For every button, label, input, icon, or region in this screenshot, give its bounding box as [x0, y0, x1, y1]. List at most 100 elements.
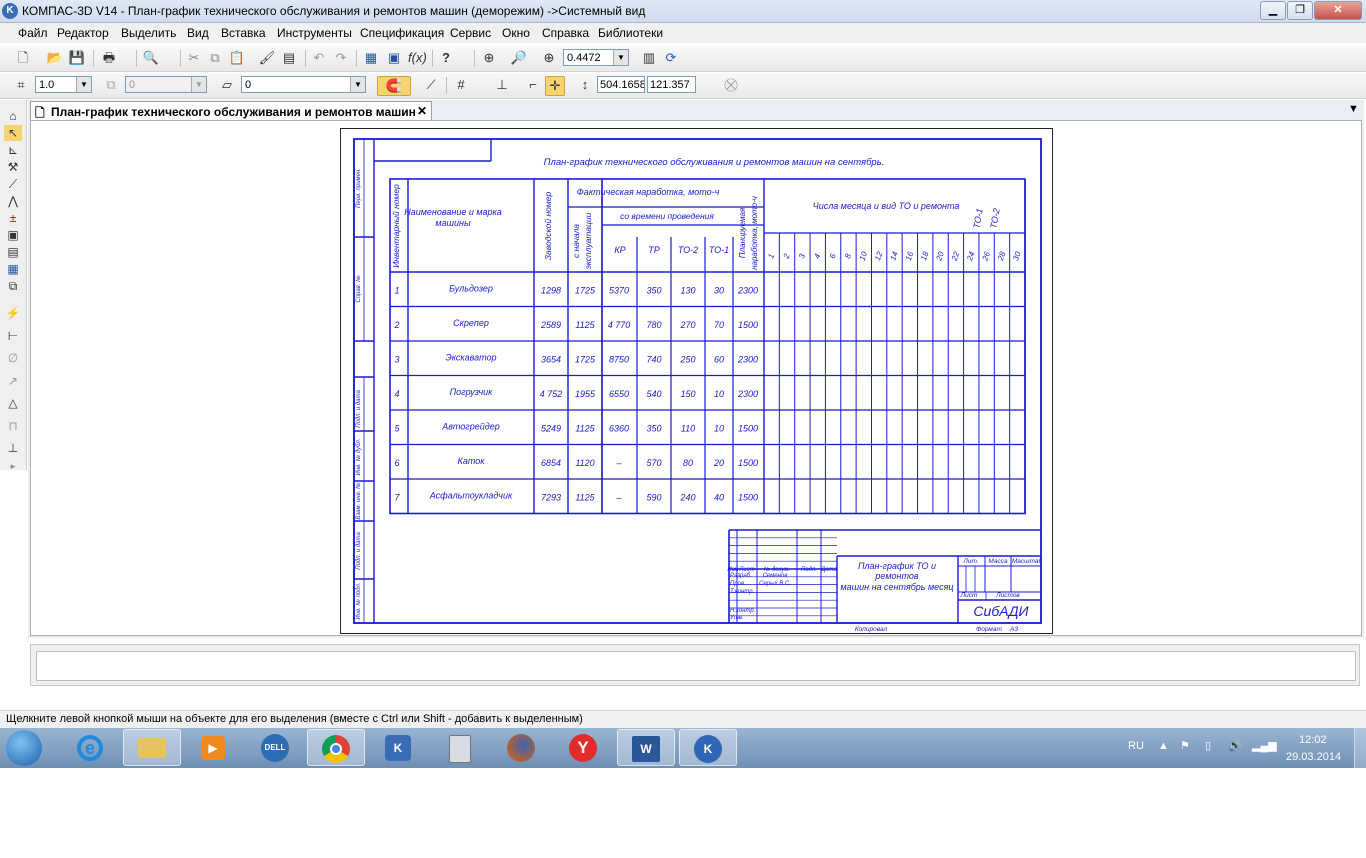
layer-icon[interactable]: ⧉ — [102, 76, 120, 94]
clock-date[interactable]: 29.03.2014 — [1286, 751, 1341, 763]
save-icon[interactable]: 💾 — [68, 49, 86, 67]
drawing-title: План-график технического обслуживания и … — [544, 157, 885, 168]
layer-select[interactable]: 0 ▼ — [125, 76, 207, 93]
refresh-icon[interactable]: ⟳ — [662, 49, 680, 67]
zoom-level-select[interactable]: 0.4472 ▼ — [563, 49, 629, 66]
style-select[interactable]: 0 ▼ — [241, 76, 366, 93]
drawing-sheet[interactable]: Перв. примен. Справ. № Подп. и дата Инв. № … — [340, 128, 1053, 634]
open-folder-icon[interactable]: 📂 — [46, 49, 64, 67]
menu-tools[interactable]: Инструменты — [277, 26, 352, 40]
menu-libraries[interactable]: Библиотеки — [598, 26, 663, 40]
dimensions-icon[interactable]: ⊾ — [4, 142, 22, 158]
mcs-icon[interactable]: ⊓ — [4, 418, 22, 434]
spec-icon[interactable]: ⧉ — [4, 278, 22, 294]
menu-file[interactable]: Файл — [18, 26, 48, 40]
device-icon[interactable]: ▯ — [1205, 739, 1211, 752]
redo-icon[interactable]: ↷ — [332, 49, 350, 67]
document-tab[interactable]: 🗋 План-график технического обслуживания … — [30, 101, 432, 121]
parametrization-icon[interactable]: ⋀ — [4, 193, 22, 209]
network-signal-icon[interactable]: ▂▄▆ — [1252, 739, 1277, 752]
ortho-mode-icon[interactable]: ⌐ — [524, 76, 542, 94]
manager-icon[interactable]: ▦ — [362, 49, 380, 67]
select-icon[interactable]: ↖ — [4, 125, 22, 141]
cursor-snap-icon[interactable]: ✛ — [545, 76, 565, 96]
local-cs-icon[interactable]: ⊥ — [493, 76, 511, 94]
line-width-select[interactable]: 1.0 ▼ — [35, 76, 92, 93]
internet-explorer-icon[interactable]: e — [61, 729, 119, 766]
kompas-logo-icon[interactable]: K — [2, 3, 18, 19]
menu-editor[interactable]: Редактор — [57, 26, 109, 40]
chrome-icon[interactable] — [307, 729, 365, 766]
expand-icon[interactable]: ▸ — [4, 458, 22, 474]
firefox-icon[interactable] — [492, 729, 550, 766]
style-icon[interactable]: ▱ — [218, 76, 236, 94]
paste-icon[interactable]: 📋 — [228, 49, 246, 67]
pan-icon[interactable]: ▥ — [640, 49, 658, 67]
cut-icon[interactable]: ✂ — [185, 49, 203, 67]
zoom-window-icon[interactable]: ⊕ — [480, 49, 498, 67]
start-orb-icon[interactable] — [6, 730, 42, 766]
spacing-icon[interactable]: ⊥ — [4, 440, 22, 456]
menu-select[interactable]: Выделить — [121, 26, 176, 40]
explorer-folder-icon[interactable] — [123, 729, 181, 766]
menu-service[interactable]: Сервис — [450, 26, 491, 40]
side-strip-label: Инв. № дубл. — [355, 439, 362, 476]
yandex-icon[interactable]: Y — [554, 729, 612, 766]
tray-expand-icon[interactable]: ▲ — [1158, 740, 1169, 752]
menu-specification[interactable]: Спецификация — [360, 26, 444, 40]
calculator-icon[interactable] — [431, 729, 489, 766]
menu-view[interactable]: Вид — [187, 26, 209, 40]
zoom-tools-icon[interactable]: 🔎 — [510, 49, 528, 67]
grid-icon[interactable]: # — [452, 76, 470, 94]
measure-icon[interactable]: ± — [4, 210, 22, 226]
area-icon[interactable]: △ — [4, 395, 22, 411]
orthogonal-icon[interactable]: ⟋ — [422, 76, 440, 94]
copy-icon[interactable]: ⧉ — [206, 49, 224, 67]
language-indicator[interactable]: RU — [1128, 740, 1144, 752]
report-icon[interactable]: ▦ — [4, 261, 22, 277]
print-icon[interactable]: 🖶 — [100, 49, 118, 67]
distance-icon[interactable]: ⊢ — [4, 328, 22, 344]
volume-icon[interactable]: 🔊 — [1228, 739, 1242, 752]
new-document-icon[interactable]: 🗋 — [14, 49, 32, 67]
stop-icon[interactable]: ⛒ — [722, 76, 740, 94]
help-pointer-icon[interactable]: ? — [437, 49, 455, 67]
undo-icon[interactable]: ↶ — [310, 49, 328, 67]
minimize-button[interactable]: ▁ — [1260, 1, 1286, 20]
flag-icon[interactable]: ⚑ — [1180, 739, 1190, 752]
arc-icon[interactable]: ↗ — [4, 373, 22, 389]
selection-icon[interactable]: ▣ — [4, 227, 22, 243]
clock-time[interactable]: 12:02 — [1299, 734, 1327, 746]
geometry-icon[interactable]: ⌂ — [4, 108, 22, 124]
menu-help[interactable]: Справка — [542, 26, 589, 40]
stamp-sheet: Лист — [960, 592, 978, 599]
library-manager-icon[interactable]: ▣ — [385, 49, 403, 67]
edit-icon[interactable]: ⟋ — [4, 176, 22, 192]
restore-button[interactable]: ❐ — [1287, 1, 1313, 20]
coord-x-field[interactable]: 504.1658 — [597, 76, 645, 93]
row-to2: 80 — [683, 458, 693, 468]
variables-icon[interactable]: f(x) — [408, 49, 427, 67]
line-width-icon[interactable]: ⌗ — [12, 76, 30, 94]
tab-list-chevron-icon[interactable]: ▼ — [1348, 103, 1359, 115]
tab-close-icon[interactable]: ✕ — [417, 104, 427, 118]
close-button[interactable]: ✕ — [1314, 1, 1362, 20]
snap-magnet-icon[interactable]: 🧲 — [377, 76, 411, 96]
insert-icon[interactable]: ⚡ — [4, 305, 22, 321]
angle-icon[interactable]: ∅ — [4, 350, 22, 366]
show-desktop-button[interactable] — [1354, 728, 1366, 768]
zoom-in-icon[interactable]: ⊕ — [540, 49, 558, 67]
kompas-3d-icon[interactable]: K — [679, 729, 737, 766]
dell-icon[interactable]: DELL — [246, 729, 304, 766]
coord-y-field[interactable]: 121.357 — [647, 76, 696, 93]
menu-window[interactable]: Окно — [502, 26, 530, 40]
word-icon[interactable]: W — [617, 729, 675, 766]
kompas-icon[interactable]: K — [369, 729, 427, 766]
properties-icon[interactable]: ▤ — [280, 49, 298, 67]
associative-views-icon[interactable]: ▤ — [4, 244, 22, 260]
format-painter-icon[interactable]: 🖌 — [258, 49, 276, 67]
menu-insert[interactable]: Вставка — [221, 26, 266, 40]
designations-icon[interactable]: ⚒ — [4, 159, 22, 175]
media-player-icon[interactable]: ▶ — [184, 729, 242, 766]
print-preview-icon[interactable]: 🔍 — [142, 49, 160, 67]
